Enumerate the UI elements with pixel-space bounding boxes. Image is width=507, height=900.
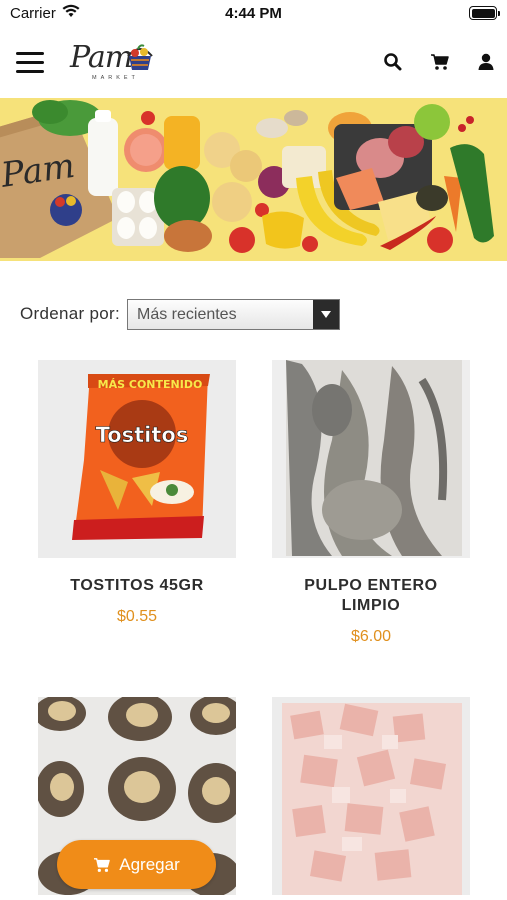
tostitos-bag-image: Tostitos MÁS CONTENIDO (38, 360, 236, 558)
product-image[interactable] (272, 697, 470, 895)
app-header: Pam MARKET (0, 28, 507, 98)
logo[interactable]: Pam MARKET (70, 38, 160, 86)
svg-text:Tostitos: Tostitos (96, 423, 189, 447)
product-price: $6.00 (350, 628, 392, 645)
clock: 4:44 PM (225, 5, 282, 22)
product-price: $0.55 (116, 608, 158, 625)
product-name[interactable]: PULPO ENTERO LIMPIO (272, 576, 470, 616)
battery-fill (471, 8, 495, 18)
diced-ham-image (272, 697, 470, 895)
octopus-image (272, 360, 470, 558)
product-name[interactable]: TOSTITOS 45GR (38, 576, 236, 596)
chevron-down-icon[interactable] (312, 299, 339, 329)
basket-icon (127, 44, 153, 70)
user-icon[interactable] (476, 52, 496, 72)
groceries-banner-image: Pam (0, 98, 507, 261)
cart-icon[interactable] (430, 52, 450, 72)
search-icon[interactable] (383, 52, 403, 72)
svg-text:MÁS CONTENIDO: MÁS CONTENIDO (98, 378, 203, 391)
sort-row: Ordenar por: Más recientes (20, 298, 340, 330)
product-card[interactable] (272, 697, 470, 895)
logo-subtext: MARKET (92, 75, 139, 81)
battery-icon (469, 6, 500, 20)
product-card[interactable]: Tostitos MÁS CONTENIDO TOSTITOS 45GR $0.… (38, 360, 236, 626)
menu-icon[interactable] (16, 52, 44, 74)
cart-icon (94, 857, 111, 872)
logo-text: Pam (70, 40, 133, 75)
add-to-cart-button[interactable]: Agregar (57, 840, 216, 889)
product-image[interactable] (272, 360, 470, 558)
product-card[interactable]: PULPO ENTERO LIMPIO $6.00 (272, 360, 470, 646)
sort-selected-value: Más recientes (136, 305, 237, 323)
product-image[interactable]: Tostitos MÁS CONTENIDO (38, 360, 236, 558)
hero-banner: Pam (0, 98, 507, 261)
add-button-label: Agregar (119, 854, 180, 874)
sort-select[interactable]: Más recientes (126, 298, 340, 330)
sort-label: Ordenar por: (20, 304, 120, 323)
status-bar: Carrier 4:44 PM (0, 0, 507, 28)
